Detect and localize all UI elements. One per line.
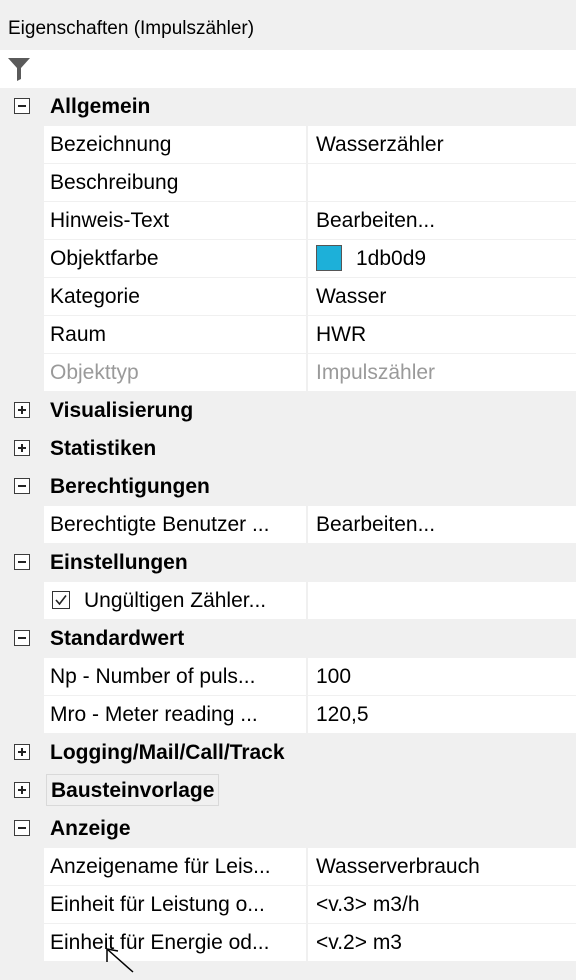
checkbox-label: Ungültigen Zähler... xyxy=(84,589,267,612)
property-row-raum[interactable]: Raum HWR xyxy=(0,316,576,354)
property-value[interactable]: Wasserzähler xyxy=(308,126,576,164)
property-row-anzeigename[interactable]: Anzeigename für Leis... Wasserverbrauch xyxy=(0,848,576,886)
property-value[interactable] xyxy=(308,164,576,202)
property-row-einheit-energie[interactable]: Einheit für Energie od... <v.2> m3 xyxy=(0,924,576,962)
property-row-objekttyp: Objekttyp Impulszähler xyxy=(0,354,576,392)
property-row-bezeichnung[interactable]: Bezeichnung Wasserzähler xyxy=(0,126,576,164)
category-berechtigungen[interactable]: Berechtigungen xyxy=(0,468,576,506)
property-row-objektfarbe[interactable]: Objektfarbe 1db0d9 xyxy=(0,240,576,278)
panel-title: Eigenschaften (Impulszähler) xyxy=(0,0,576,50)
property-value[interactable]: Wasserverbrauch xyxy=(308,848,576,886)
property-name: Mro - Meter reading ... xyxy=(44,696,306,734)
expand-icon[interactable] xyxy=(14,782,30,798)
property-value[interactable]: HWR xyxy=(308,316,576,354)
property-row-berechtigte-benutzer[interactable]: Berechtigte Benutzer ... Bearbeiten... xyxy=(0,506,576,544)
property-name: Kategorie xyxy=(44,278,306,316)
checkbox[interactable] xyxy=(52,590,70,609)
property-value[interactable]: 100 xyxy=(308,658,576,696)
collapse-icon[interactable] xyxy=(14,630,30,646)
property-name: Einheit für Energie od... xyxy=(44,924,306,962)
property-name: Beschreibung xyxy=(44,164,306,202)
collapse-icon[interactable] xyxy=(14,554,30,570)
collapse-icon[interactable] xyxy=(14,478,30,494)
property-row-beschreibung[interactable]: Beschreibung xyxy=(0,164,576,202)
property-value: Impulszähler xyxy=(308,354,576,392)
category-label: Visualisierung xyxy=(50,399,194,422)
category-visualisierung[interactable]: Visualisierung xyxy=(0,392,576,430)
property-name: Objektfarbe xyxy=(44,240,306,278)
property-row-ungueltigen-zaehler[interactable]: Ungültigen Zähler... xyxy=(0,582,576,620)
category-label: Logging/Mail/Call/Track xyxy=(50,741,285,764)
property-value[interactable]: Bearbeiten... xyxy=(308,506,576,544)
property-value[interactable]: <v.3> m3/h xyxy=(308,886,576,924)
property-name: Einheit für Leistung o... xyxy=(44,886,306,924)
property-name-checkbox: Ungültigen Zähler... xyxy=(44,582,306,620)
property-value-color[interactable]: 1db0d9 xyxy=(308,240,576,278)
property-value[interactable] xyxy=(308,582,576,620)
collapse-icon[interactable] xyxy=(14,98,30,114)
property-row-hinweis-text[interactable]: Hinweis-Text Bearbeiten... xyxy=(0,202,576,240)
property-name: Objekttyp xyxy=(44,354,306,392)
property-grid: Allgemein Bezeichnung Wasserzähler Besch… xyxy=(0,88,576,962)
filter-icon[interactable] xyxy=(7,56,31,88)
category-label: Bausteinvorlage xyxy=(46,774,220,806)
category-logging[interactable]: Logging/Mail/Call/Track xyxy=(0,734,576,772)
color-swatch[interactable] xyxy=(316,244,342,271)
property-value[interactable]: <v.2> m3 xyxy=(308,924,576,962)
expand-icon[interactable] xyxy=(14,402,30,418)
expand-icon[interactable] xyxy=(14,744,30,760)
category-bausteinvorlage[interactable]: Bausteinvorlage xyxy=(0,772,576,810)
category-label: Berechtigungen xyxy=(50,475,210,498)
category-einstellungen[interactable]: Einstellungen xyxy=(0,544,576,582)
property-value[interactable]: Bearbeiten... xyxy=(308,202,576,240)
property-name: Bezeichnung xyxy=(44,126,306,164)
checkmark-icon xyxy=(55,594,67,606)
property-name: Hinweis-Text xyxy=(44,202,306,240)
category-label: Anzeige xyxy=(50,817,131,840)
category-label: Allgemein xyxy=(50,95,151,118)
mouse-pointer-icon xyxy=(106,948,136,980)
expand-icon[interactable] xyxy=(14,440,30,456)
category-label: Statistiken xyxy=(50,437,157,460)
category-statistiken[interactable]: Statistiken xyxy=(0,430,576,468)
property-row-np[interactable]: Np - Number of puls... 100 xyxy=(0,658,576,696)
category-allgemein[interactable]: Allgemein xyxy=(0,88,576,126)
filter-bar[interactable] xyxy=(0,50,576,88)
collapse-icon[interactable] xyxy=(14,820,30,836)
property-value[interactable]: 120,5 xyxy=(308,696,576,734)
property-value[interactable]: Wasser xyxy=(308,278,576,316)
property-name: Anzeigename für Leis... xyxy=(44,848,306,886)
property-name: Raum xyxy=(44,316,306,354)
category-anzeige[interactable]: Anzeige xyxy=(0,810,576,848)
category-label: Standardwert xyxy=(50,627,185,650)
color-hex: 1db0d9 xyxy=(356,247,427,270)
property-row-mro[interactable]: Mro - Meter reading ... 120,5 xyxy=(0,696,576,734)
property-name: Np - Number of puls... xyxy=(44,658,306,696)
category-label: Einstellungen xyxy=(50,551,188,574)
property-row-kategorie[interactable]: Kategorie Wasser xyxy=(0,278,576,316)
category-standardwert[interactable]: Standardwert xyxy=(0,620,576,658)
property-name: Berechtigte Benutzer ... xyxy=(44,506,306,544)
property-row-einheit-leistung[interactable]: Einheit für Leistung o... <v.3> m3/h xyxy=(0,886,576,924)
